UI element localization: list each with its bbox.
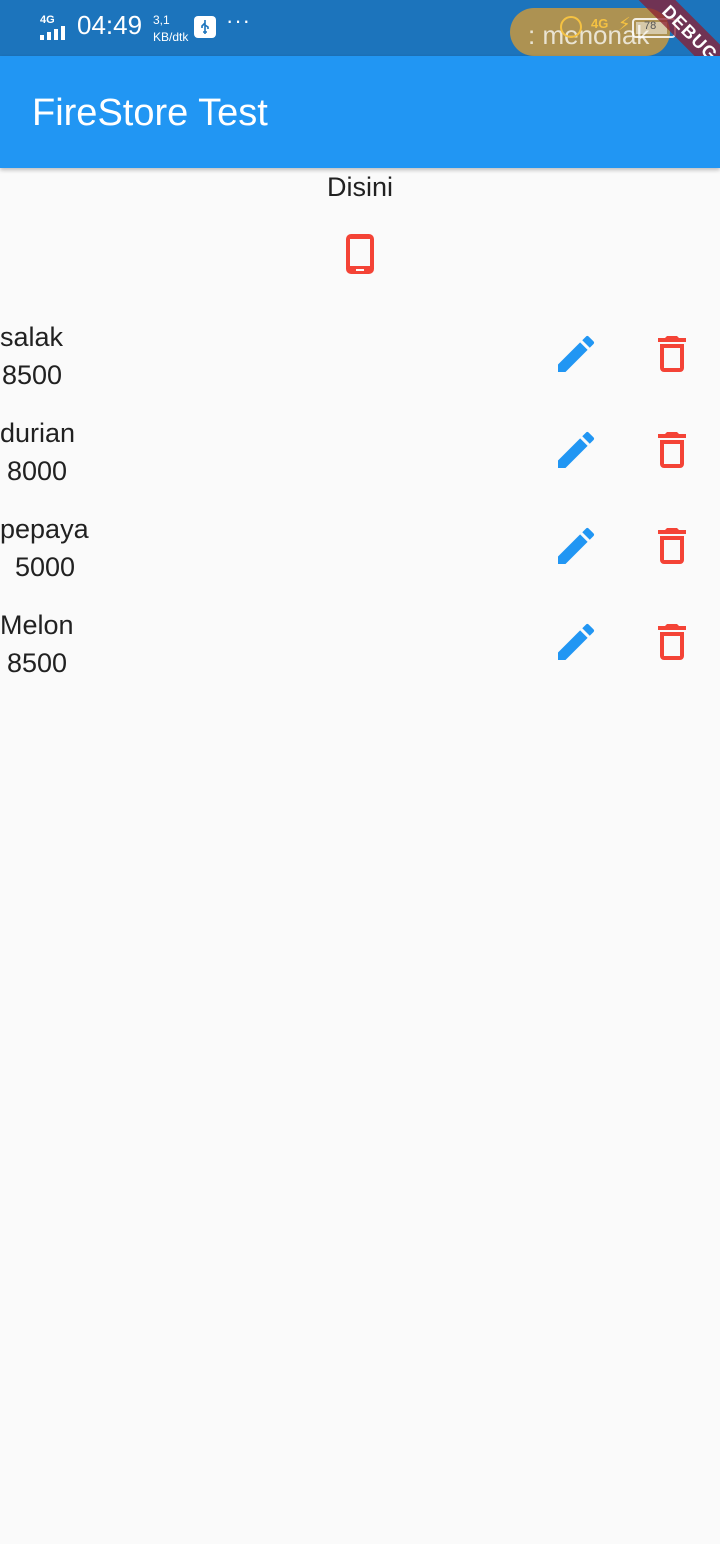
status-bar: 4G 04:49 3,1 KB/dtk ··· : menonak 4G ⚡ 7… xyxy=(0,0,720,56)
edit-button[interactable] xyxy=(552,618,600,666)
pencil-icon xyxy=(558,335,595,372)
item-name: pepaya xyxy=(0,514,89,544)
item-price: 8500 xyxy=(2,360,63,390)
list-item: salak 8500 xyxy=(0,318,720,408)
item-price: 8500 xyxy=(7,648,68,678)
edit-button[interactable] xyxy=(552,330,600,378)
edit-button[interactable] xyxy=(552,522,600,570)
item-price: 8000 xyxy=(7,456,68,486)
delete-button[interactable] xyxy=(648,330,696,378)
edit-button[interactable] xyxy=(552,426,600,474)
signal-icon: 4G xyxy=(40,14,72,40)
pencil-icon xyxy=(558,431,595,468)
usb-icon xyxy=(194,16,216,38)
charging-icon: ⚡ xyxy=(618,14,631,35)
more-notifications-icon: ··· xyxy=(226,8,251,33)
trash-icon xyxy=(658,432,686,468)
item-price: 5000 xyxy=(15,552,76,582)
trash-icon xyxy=(658,528,686,564)
network-type-right: 4G xyxy=(591,16,609,31)
status-time: 04:49 xyxy=(77,10,143,40)
screen: 4G 04:49 3,1 KB/dtk ··· : menonak 4G ⚡ 7… xyxy=(0,0,720,1544)
delete-button[interactable] xyxy=(648,618,696,666)
speed-value: 3,1 xyxy=(153,13,170,27)
pencil-icon xyxy=(558,623,595,660)
list-item: pepaya 5000 xyxy=(0,510,720,600)
header-text: Disini xyxy=(326,172,393,202)
delete-button[interactable] xyxy=(648,426,696,474)
speed-unit: KB/dtk xyxy=(153,30,189,44)
alarm-icon xyxy=(560,16,582,38)
list-item: durian 8000 xyxy=(0,414,720,504)
app-bar: FireStore Test xyxy=(0,56,720,168)
delete-button[interactable] xyxy=(648,522,696,570)
trash-icon xyxy=(658,336,686,372)
item-name: durian xyxy=(0,418,76,448)
list-item: Melon 8500 xyxy=(0,606,720,696)
network-type: 4G xyxy=(40,14,55,26)
network-speed: 3,1 KB/dtk xyxy=(153,12,188,46)
pencil-icon xyxy=(558,527,595,564)
app-title: FireStore Test xyxy=(32,92,268,134)
battery-level: 78 xyxy=(644,20,657,32)
item-name: salak xyxy=(0,322,64,352)
item-name: Melon xyxy=(0,610,74,640)
smartphone-icon[interactable] xyxy=(344,232,376,276)
trash-icon xyxy=(658,624,686,660)
